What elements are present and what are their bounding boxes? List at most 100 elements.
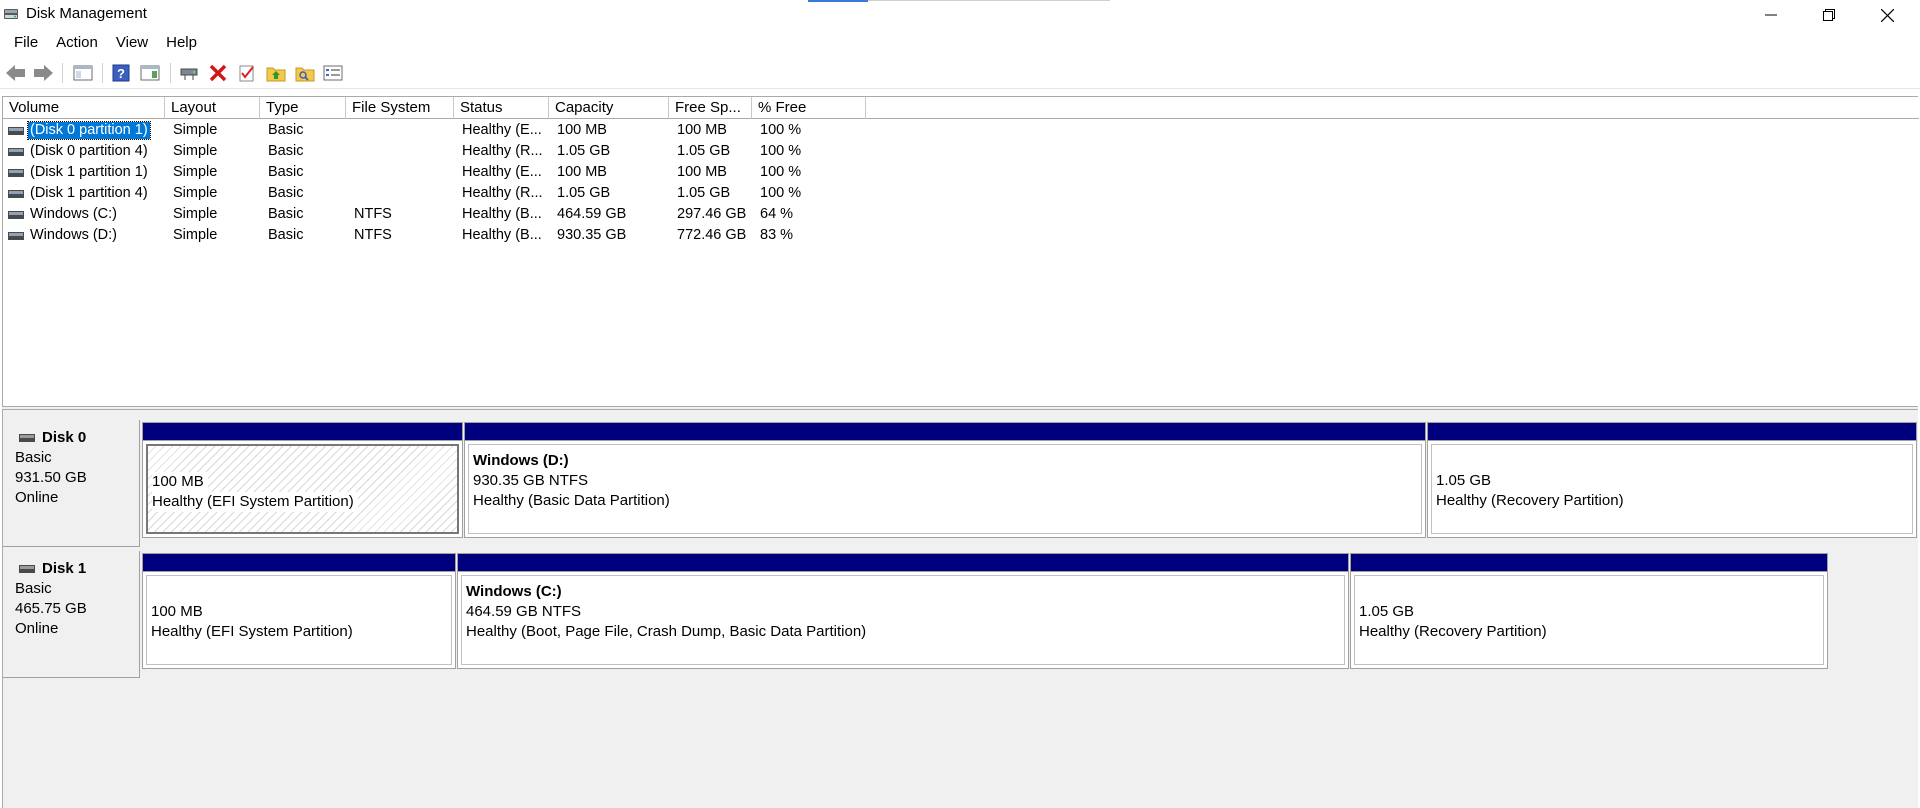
type-cell: Basic (268, 143, 304, 159)
disk-1-state: Online (15, 620, 59, 637)
graphical-disk-view: Disk 0 Basic 931.50 GB Online 100 MB Hea… (2, 410, 1918, 808)
connect-disk-icon (180, 68, 198, 80)
help-button[interactable]: ? (110, 62, 132, 84)
file-system-cell: NTFS (354, 227, 392, 243)
layout-cell: Simple (173, 143, 218, 159)
partition-body: 100 MB Healthy (EFI System Partition) (146, 575, 452, 665)
volume-cell: (Disk 1 partition 1) (3, 162, 165, 183)
status-cell: Healthy (R... (462, 143, 543, 159)
volume-name: (Disk 1 partition 4) (30, 185, 148, 201)
disk-0-name: Disk 0 (42, 429, 87, 446)
percent-free-cell: 100 % (760, 164, 802, 180)
column-header-status[interactable]: Status (454, 97, 549, 119)
disk-drive-icon (19, 565, 35, 573)
volume-cell: (Disk 1 partition 4) (3, 183, 165, 204)
delete-button[interactable] (207, 62, 229, 84)
status-cell: Healthy (E... (462, 122, 542, 138)
folder-up-button[interactable] (265, 62, 287, 84)
title-bar: Disk Management (0, 0, 1920, 31)
volume-row[interactable]: Windows (C:) Simple Basic NTFS Healthy (… (3, 204, 1919, 225)
free-space-cell: 100 MB (677, 164, 727, 180)
volume-row[interactable]: Windows (D:) Simple Basic NTFS Healthy (… (3, 225, 1919, 246)
back-button[interactable] (5, 62, 27, 84)
action-pane-button[interactable] (139, 62, 161, 84)
volume-row[interactable]: (Disk 1 partition 4) Simple Basic Health… (3, 183, 1919, 204)
back-arrow-icon (6, 65, 25, 81)
disk-drive-icon (19, 434, 35, 442)
volume-drive-icon (8, 210, 24, 219)
partition-title (152, 452, 457, 472)
partition-body: 100 MB Healthy (EFI System Partition) (146, 444, 459, 534)
minimize-button[interactable] (1742, 0, 1800, 30)
file-system-cell: NTFS (354, 206, 392, 222)
percent-free-cell: 83 % (760, 227, 794, 243)
restore-icon (1823, 9, 1835, 21)
volume-name: (Disk 1 partition 1) (30, 164, 148, 180)
disk-0-partition-efi[interactable]: 100 MB Healthy (EFI System Partition) (142, 422, 463, 538)
partition-bar (143, 554, 455, 572)
column-header-file-system[interactable]: File System (346, 97, 454, 119)
column-header-capacity[interactable]: Capacity (549, 97, 669, 119)
disk-1-partition-efi[interactable]: 100 MB Healthy (EFI System Partition) (142, 553, 456, 669)
folder-up-icon (266, 67, 286, 82)
partition-body: Windows (D:) 930.35 GB NTFS Healthy (Bas… (468, 444, 1422, 534)
console-tree-button[interactable] (72, 62, 94, 84)
properties-button[interactable] (236, 62, 258, 84)
partition-bar (465, 423, 1425, 441)
file-system-cell (346, 141, 454, 162)
partition-size: 930.35 GB NTFS (473, 472, 589, 489)
partition-bar (458, 554, 1348, 572)
restore-button[interactable] (1800, 0, 1858, 30)
disk-1-partition-recovery[interactable]: 1.05 GB Healthy (Recovery Partition) (1350, 553, 1828, 669)
disk-1-type: Basic (15, 580, 52, 597)
type-cell: Basic (268, 206, 304, 222)
free-space-cell: 772.46 GB (677, 227, 747, 243)
close-button[interactable] (1858, 0, 1916, 30)
menu-action[interactable]: Action (47, 31, 107, 55)
volume-name: (Disk 0 partition 1) (27, 121, 151, 140)
column-header-type[interactable]: Type (260, 97, 346, 119)
partition-size: 464.59 GB NTFS (466, 603, 582, 620)
minimize-icon (1765, 14, 1777, 16)
type-cell: Basic (268, 164, 304, 180)
partition-status: Healthy (EFI System Partition) (152, 492, 358, 512)
partition-size: 1.05 GB (1359, 603, 1415, 620)
partition-bar (1351, 554, 1827, 572)
menu-file[interactable]: File (5, 31, 47, 55)
disk-0-partition-windows-d[interactable]: Windows (D:) 930.35 GB NTFS Healthy (Bas… (464, 422, 1426, 538)
disk-1-info[interactable]: Disk 1 Basic 465.75 GB Online (3, 551, 140, 678)
column-header-percent-free[interactable]: % Free (752, 97, 866, 119)
settings-list-button[interactable] (322, 62, 344, 84)
percent-free-cell: 64 % (760, 206, 794, 222)
volume-row[interactable]: (Disk 0 partition 4) Simple Basic Health… (3, 141, 1919, 162)
capacity-cell: 100 MB (557, 164, 607, 180)
partition-status: Healthy (Boot, Page File, Crash Dump, Ba… (466, 623, 867, 640)
layout-cell: Simple (173, 164, 218, 180)
status-cell: Healthy (E... (462, 164, 542, 180)
menu-view[interactable]: View (107, 31, 157, 55)
partition-title (151, 582, 451, 602)
connect-disk-button[interactable] (178, 62, 200, 84)
free-space-cell: 1.05 GB (677, 143, 731, 159)
free-space-cell: 1.05 GB (677, 185, 731, 201)
partition-title (1436, 451, 1912, 471)
console-tree-icon (73, 65, 93, 81)
forward-button[interactable] (32, 62, 54, 84)
volume-list: Volume Layout Type File System Status Ca… (2, 96, 1919, 406)
partition-status: Healthy (Recovery Partition) (1436, 492, 1624, 509)
volume-drive-icon (8, 126, 24, 135)
partition-body: 1.05 GB Healthy (Recovery Partition) (1431, 444, 1913, 534)
volume-name: Windows (C:) (30, 206, 118, 222)
column-header-volume[interactable]: Volume (3, 97, 165, 119)
disk-1-partition-windows-c[interactable]: Windows (C:) 464.59 GB NTFS Healthy (Boo… (457, 553, 1349, 669)
disk-0-info[interactable]: Disk 0 Basic 931.50 GB Online (3, 420, 140, 547)
column-header-layout[interactable]: Layout (165, 97, 260, 119)
menu-help[interactable]: Help (157, 31, 206, 55)
free-space-cell: 297.46 GB (677, 206, 747, 222)
disk-0-partition-recovery[interactable]: 1.05 GB Healthy (Recovery Partition) (1427, 422, 1917, 538)
folder-search-button[interactable] (294, 62, 316, 84)
column-header-free-space[interactable]: Free Sp... (669, 97, 752, 119)
volume-row[interactable]: (Disk 1 partition 1) Simple Basic Health… (3, 162, 1919, 183)
volume-row[interactable]: (Disk 0 partition 1) Simple Basic Health… (3, 120, 1919, 141)
partition-status: Healthy (Basic Data Partition) (473, 492, 670, 509)
